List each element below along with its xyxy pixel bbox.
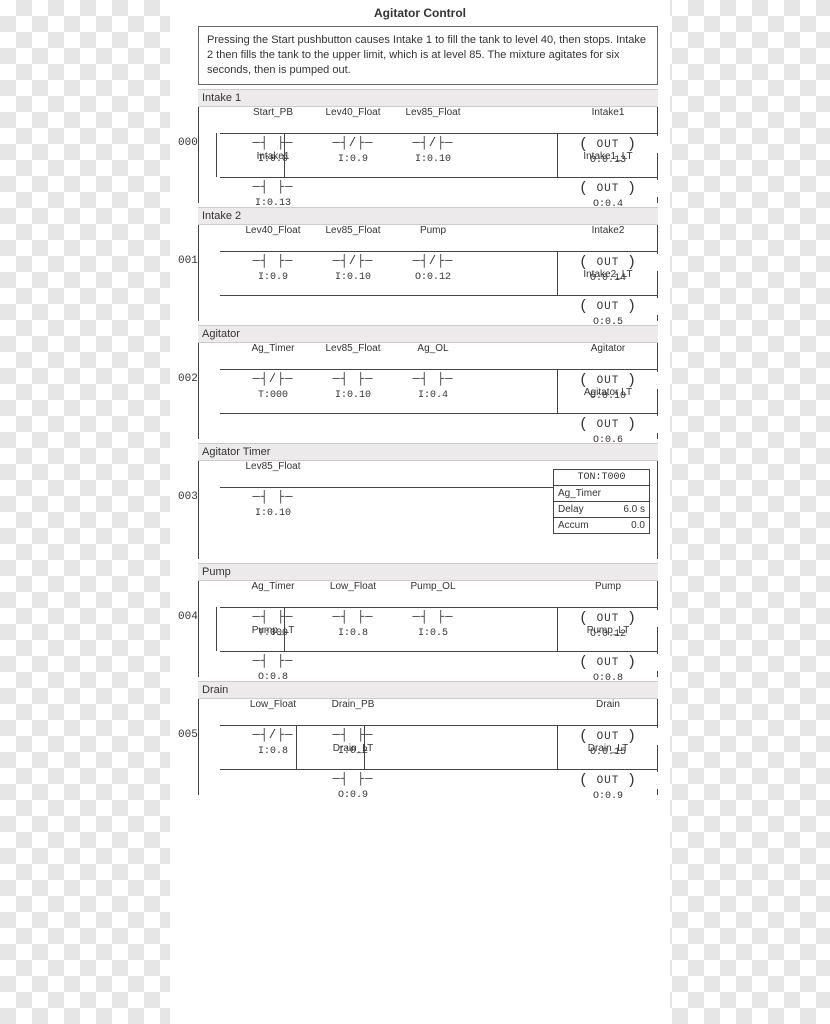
rung-number: 004 bbox=[178, 611, 198, 623]
output-coil: Intake1_LT( OUT )O:0.4 bbox=[558, 151, 658, 210]
diagram-title: Agitator Control bbox=[170, 0, 670, 26]
output-coil: Agitator LT( OUT )O:0.6 bbox=[558, 387, 658, 446]
output-coil: Drain_LT( OUT )O:0.9 bbox=[558, 743, 658, 802]
timer-block: TON:T000Ag_TimerDelay6.0 sAccum0.0 bbox=[553, 469, 650, 534]
rung-number: 003 bbox=[178, 491, 198, 503]
ladder-rung: 004Ag_Timer─┤ ├─T:000Low_Float─┤ ├─I:0.8… bbox=[176, 581, 658, 677]
ladder-diagram-sheet: Agitator Control Pressing the Start push… bbox=[170, 0, 670, 1024]
ladder-rung: 000Start_PB─┤ ├─I:0.0Lev40_Float─┤/├─I:0… bbox=[176, 107, 658, 203]
rung-number: 000 bbox=[178, 137, 198, 149]
contact-no: Lev85_Float─┤ ├─I:0.10 bbox=[240, 461, 306, 519]
ladder-rung: 002Ag_Timer─┤/├─T:000Lev85_Float─┤ ├─I:0… bbox=[176, 343, 658, 439]
contact-no: Intake1─┤ ├─I:0.13 bbox=[240, 151, 306, 209]
rung-title: Intake 1 bbox=[198, 89, 658, 107]
rung-number: 001 bbox=[178, 255, 198, 267]
rung-title: Pump bbox=[198, 563, 658, 581]
ladder-rung: 001Lev40_Float─┤ ├─I:0.9Lev85_Float─┤/├─… bbox=[176, 225, 658, 321]
diagram-description: Pressing the Start pushbutton causes Int… bbox=[198, 26, 658, 85]
rung-number: 005 bbox=[178, 729, 198, 741]
output-coil: Intake2_LT( OUT )O:0.5 bbox=[558, 269, 658, 328]
ladder-rung: 003 Lev85_Float─┤ ├─I:0.10 TON:T000Ag_Time… bbox=[176, 461, 658, 559]
output-coil: Pump_LT( OUT )O:0.8 bbox=[558, 625, 658, 684]
rung-number: 002 bbox=[178, 373, 198, 385]
contact-no: Drain_LT─┤ ├─O:0.9 bbox=[320, 743, 386, 801]
ladder-rung: 005Low_Float─┤/├─I:0.8Drain_PB─┤ ├─I:0.2… bbox=[176, 699, 658, 795]
contact-no: Pump_LT─┤ ├─O:0.8 bbox=[240, 625, 306, 683]
